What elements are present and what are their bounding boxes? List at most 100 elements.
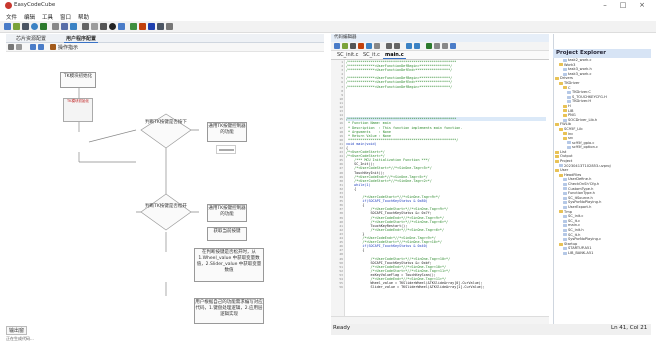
file-icon [567, 146, 571, 150]
status-bar: Ready Ln 41, Col 21 [331, 324, 651, 335]
code-find-icon[interactable] [406, 43, 412, 49]
chip-icon[interactable] [100, 23, 107, 30]
code-editor-toolbar [331, 42, 549, 51]
layout-icon[interactable] [91, 23, 98, 30]
tab-output[interactable]: 输出窗 [6, 326, 28, 335]
code-copy-icon[interactable] [366, 43, 372, 49]
monitor-icon[interactable] [118, 23, 125, 30]
add-block-icon[interactable] [16, 44, 22, 50]
build-icon[interactable] [40, 23, 47, 30]
code-text[interactable]: /***************************************… [346, 60, 546, 316]
settings-icon[interactable] [139, 23, 146, 30]
menu-window[interactable]: 窗口 [60, 13, 71, 21]
menu-edit[interactable]: 编辑 [24, 13, 35, 21]
project-tree[interactable]: task2_work.c Work3 task3_work.h task3_work.… [555, 58, 649, 320]
app-title: EasyCodeCube [14, 2, 56, 8]
flow-action-pressed[interactable]: 通用TK按键控制器的功能 [207, 122, 247, 142]
tree-item-label: TKDriver [564, 80, 580, 85]
update-icon[interactable] [157, 23, 164, 30]
code-horizontal-scrollbar[interactable] [331, 316, 549, 324]
tab-sc-init[interactable]: SC_init.c [335, 52, 360, 58]
download-icon[interactable] [70, 23, 77, 30]
code-bookmark-icon[interactable] [426, 43, 432, 49]
code-paste-icon[interactable] [374, 43, 380, 49]
new-file-icon[interactable] [4, 23, 11, 30]
file-icon [563, 67, 567, 71]
flow-get-key[interactable]: 获取当前按键 [207, 227, 247, 241]
menu-file[interactable]: 文件 [6, 13, 17, 21]
flowchart-canvas[interactable]: TK模块初始化 TK模块初始化 判断TK按键是否按下 通用TK按键控制器的功能 … [6, 52, 324, 324]
close-button[interactable]: × [636, 1, 648, 10]
code-save-icon[interactable] [350, 43, 356, 49]
tree-item-label: sc95f_option.c [572, 145, 598, 150]
tab-sc-it[interactable]: SC_it.c [361, 52, 382, 58]
save-all-icon[interactable] [61, 23, 68, 30]
file-icon [563, 224, 567, 228]
code-undo-icon[interactable] [386, 43, 392, 49]
code-file-tabs: SC_init.c SC_it.c main.c [331, 51, 549, 60]
file-icon [567, 141, 571, 145]
file-icon [559, 164, 563, 168]
file-icon [563, 201, 567, 205]
run-icon[interactable] [31, 23, 38, 30]
flow-note-wheel-slider[interactable]: 在判断按键是否松开时，从 1.Wheel_value 中获取变量数值，2.Sli… [194, 248, 264, 282]
flow-init-block[interactable]: TK模块初始化 [63, 98, 93, 122]
folder-icon [563, 132, 567, 136]
status-cursor-position: Ln 41, Col 21 [611, 325, 648, 331]
status-ready: Ready [333, 325, 351, 331]
file-icon [563, 187, 567, 191]
file-icon [563, 214, 567, 218]
flow-start[interactable]: TK模块初始化 [60, 72, 96, 88]
file-icon [563, 192, 567, 196]
code-redo-icon[interactable] [394, 43, 400, 49]
code-new-icon[interactable] [334, 43, 340, 49]
code-cut-icon[interactable] [358, 43, 364, 49]
folder-icon [559, 242, 563, 246]
flow-decision-released[interactable]: 判断TK按键是否松开 [144, 204, 188, 210]
open-icon[interactable] [13, 23, 20, 30]
minimize-button[interactable]: – [599, 1, 611, 10]
folder-icon [559, 127, 563, 131]
select-icon[interactable] [8, 44, 14, 50]
code-replace-icon[interactable] [414, 43, 420, 49]
folder-icon [555, 77, 559, 81]
line-number-gutter: 1 2 3 4 5 6 7 8 9 10 11 12 13 14 15 16 17 18 19 20 21 22 23 24 2… [331, 60, 345, 316]
file-icon [563, 228, 567, 232]
project-explorer-title: Project Explorer [553, 49, 651, 58]
flow-note-user-code[interactable]: 用户根据自己的功能需求编写对应代码，1.键盘处理逻辑，2.应用层逻辑实现 [194, 298, 264, 324]
maximize-button[interactable]: □ [617, 1, 629, 10]
tab-chip-resources[interactable]: 芯片资源配置 [14, 35, 48, 42]
save-icon[interactable] [52, 23, 59, 30]
file-icon [563, 237, 567, 241]
menu-bar: 文件 编辑 工具 窗口 帮助 [0, 12, 656, 21]
folder-icon [563, 104, 567, 108]
code-indent-icon[interactable] [434, 43, 440, 49]
flow-action-released[interactable]: 通用TK按键控制器的功能 [207, 204, 247, 222]
tree-file[interactable]: LIB_BANK.A51 [555, 251, 649, 256]
code-comment-icon[interactable] [450, 43, 456, 49]
file-icon [563, 58, 567, 62]
code-line[interactable]: Slider_value = TKSliderWheel(&TKSlideArr… [346, 285, 546, 289]
tab-user-program[interactable]: 用户程序配置 [64, 35, 99, 43]
flow-icon[interactable] [130, 23, 137, 30]
folder-icon [563, 136, 567, 140]
app-logo-icon [5, 2, 12, 9]
help-icon[interactable] [166, 23, 173, 30]
debug-icon[interactable] [109, 23, 116, 30]
zoom-out-icon[interactable] [38, 44, 44, 50]
code-outdent-icon[interactable] [442, 43, 448, 49]
zoom-icon[interactable] [30, 44, 36, 50]
tab-main-c[interactable]: main.c [383, 52, 406, 59]
grid-icon[interactable] [82, 23, 89, 30]
file-icon [563, 205, 567, 209]
menu-help[interactable]: 帮助 [78, 13, 89, 21]
help-book-icon[interactable] [50, 44, 56, 50]
gear-icon[interactable] [22, 23, 29, 30]
title-bar: EasyCodeCube – □ × [0, 0, 656, 12]
code-open-icon[interactable] [342, 43, 348, 49]
file-icon [563, 196, 567, 200]
folder-icon [559, 63, 563, 67]
menu-tools[interactable]: 工具 [42, 13, 53, 21]
web-icon[interactable] [148, 23, 155, 30]
flow-decision-pressed[interactable]: 判断TK按键是否按下 [144, 120, 188, 126]
